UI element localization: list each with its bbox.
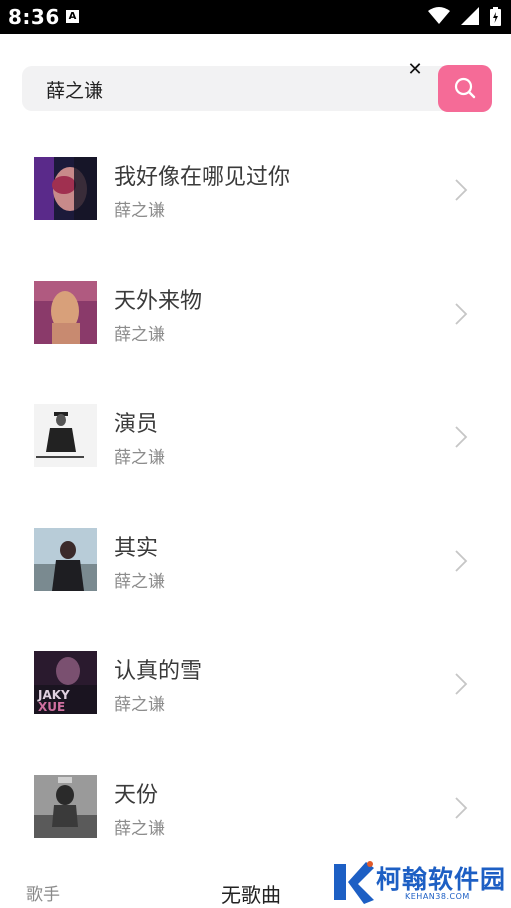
album-cover — [34, 404, 97, 467]
song-row[interactable]: 天份 薛之谦 — [0, 741, 511, 865]
song-title: 天份 — [114, 782, 159, 808]
watermark-url: KEHAN38.COM — [405, 892, 470, 901]
song-row[interactable]: 我好像在哪见过你 薛之谦 — [0, 123, 511, 247]
song-title: 天外来物 — [114, 288, 203, 314]
album-cover: JAKY XUE — [34, 651, 97, 714]
bottom-bar: 歌手 无歌曲 柯翰软件园 KEHAN38.COM — [0, 855, 511, 908]
song-artist: 薛之谦 — [114, 818, 165, 839]
song-artist: 薛之谦 — [114, 201, 165, 221]
notification-icon: A — [66, 10, 79, 23]
song-row[interactable]: 其实 薛之谦 — [0, 494, 511, 618]
chevron-right-icon — [455, 673, 468, 695]
song-artist: 薛之谦 — [114, 324, 165, 345]
tab-singer[interactable]: 歌手 — [26, 880, 60, 905]
chevron-right-icon — [455, 796, 468, 819]
status-time: 8:36 — [8, 5, 60, 29]
chevron-right-icon — [455, 302, 468, 325]
status-bar: 8:36 A — [0, 0, 511, 34]
song-artist: 薛之谦 — [114, 448, 165, 468]
chevron-right-icon — [455, 179, 468, 201]
search-bar: 薛之谦 ✕ — [22, 60, 492, 112]
search-input[interactable]: 薛之谦 — [46, 76, 103, 103]
search-button[interactable] — [438, 65, 492, 112]
album-cover — [34, 157, 97, 220]
album-cover — [34, 774, 97, 838]
song-title: 我好像在哪见过你 — [114, 165, 291, 190]
song-row[interactable]: JAKY XUE 认真的雪 薛之谦 — [0, 617, 511, 741]
search-icon — [454, 77, 476, 99]
chevron-right-icon — [455, 549, 468, 572]
song-artist: 薛之谦 — [114, 571, 165, 592]
chevron-right-icon — [455, 426, 468, 448]
song-row[interactable]: 天外来物 薛之谦 — [0, 247, 511, 371]
song-title: 演员 — [114, 412, 159, 437]
svg-text:XUE: XUE — [38, 700, 65, 714]
album-cover — [34, 527, 97, 591]
album-cover — [34, 280, 97, 344]
watermark-text: 柯翰软件园 — [376, 865, 507, 894]
song-title: 其实 — [114, 535, 159, 561]
watermark-logo-icon — [334, 861, 374, 904]
song-artist: 薛之谦 — [114, 695, 165, 715]
no-song-label: 无歌曲 — [221, 883, 281, 907]
signal-icon — [460, 7, 479, 25]
clear-button[interactable]: ✕ — [405, 60, 425, 80]
watermark: 柯翰软件园 KEHAN38.COM — [330, 858, 510, 906]
song-row[interactable]: 演员 薛之谦 — [0, 370, 511, 494]
song-title: 认真的雪 — [114, 659, 203, 684]
wifi-icon — [427, 7, 450, 24]
status-icons — [422, 7, 501, 27]
song-list: 我好像在哪见过你 薛之谦 天外来物 薛之谦 演员 薛之谦 其实 薛之谦 JAKY… — [0, 123, 511, 864]
battery-icon — [490, 7, 501, 26]
